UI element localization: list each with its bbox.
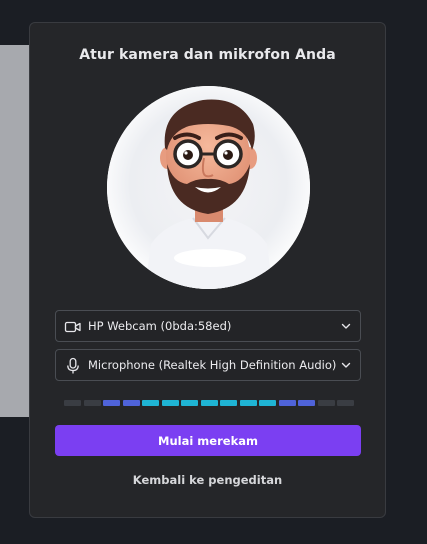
level-segment	[337, 400, 354, 406]
start-recording-button[interactable]: Mulai merekam	[55, 425, 361, 456]
dialog-title: Atur kamera dan mikrofon Anda	[79, 47, 336, 63]
camera-select-value: HP Webcam (0bda:58ed)	[88, 319, 232, 333]
camera-preview	[107, 86, 310, 289]
level-segment	[103, 400, 120, 406]
chevron-down-icon	[341, 362, 351, 368]
level-segment	[83, 400, 101, 406]
audio-level-meter	[64, 400, 354, 406]
level-segment	[181, 400, 198, 406]
level-segment	[200, 400, 218, 406]
level-segment	[142, 400, 159, 406]
camera-mic-setup-dialog: Atur kamera dan mikrofon Anda HP Webcam …	[29, 22, 386, 518]
chevron-down-icon	[341, 323, 351, 329]
microphone-select[interactable]: Microphone (Realtek High Definition Audi…	[55, 349, 361, 381]
video-camera-icon	[64, 321, 81, 333]
level-segment	[259, 400, 276, 406]
level-segment	[239, 400, 257, 406]
level-segment	[64, 400, 81, 406]
level-segment	[220, 400, 237, 406]
microphone-select-value: Microphone (Realtek High Definition Audi…	[88, 358, 337, 372]
camera-select[interactable]: HP Webcam (0bda:58ed)	[55, 310, 361, 342]
level-segment	[161, 400, 179, 406]
level-segment	[298, 400, 315, 406]
level-segment	[317, 400, 335, 406]
level-segment	[278, 400, 296, 406]
avatar-image	[107, 86, 310, 289]
back-to-editing-link[interactable]: Kembali ke pengeditan	[30, 473, 385, 487]
level-segment	[122, 400, 140, 406]
microphone-icon	[67, 357, 79, 374]
